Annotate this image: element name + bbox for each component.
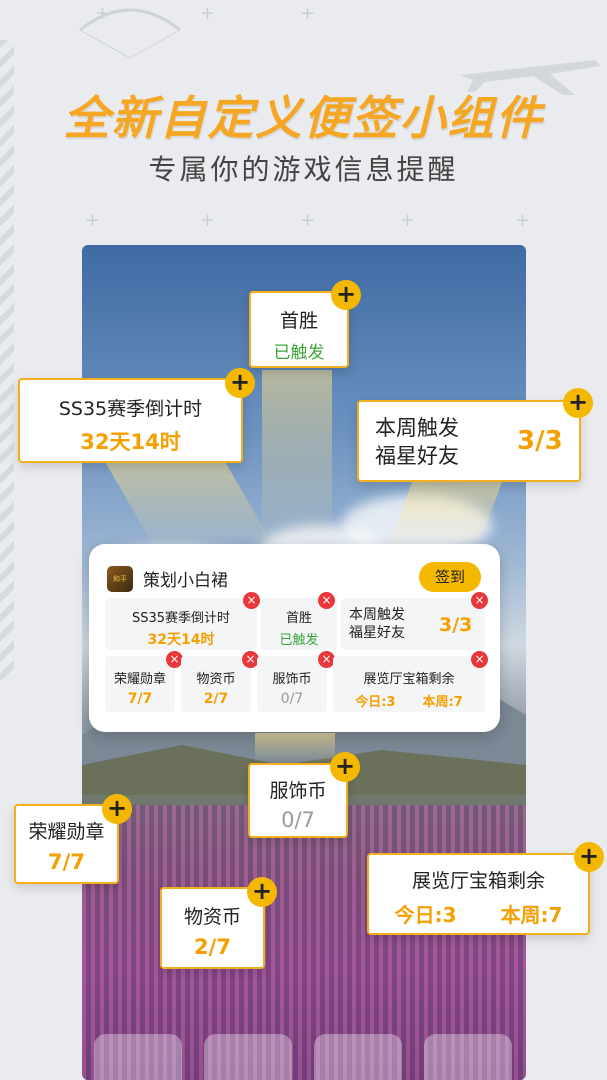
- cell-value: 2/7: [203, 691, 229, 707]
- subheadline: 专属你的游戏信息提醒: [148, 153, 459, 186]
- remove-icon[interactable]: ×: [318, 592, 335, 609]
- cell-honor[interactable]: 荣耀勋章 7/7: [105, 656, 175, 712]
- plus-decoration: +: [85, 210, 101, 231]
- cell-gallery[interactable]: 展览厅宝箱剩余 今日:3 本周:7: [333, 656, 485, 712]
- callout-title: 首胜: [279, 310, 318, 332]
- cell-season[interactable]: SS35赛季倒计时 32天14时: [105, 598, 257, 650]
- plus-decoration: +: [200, 210, 216, 231]
- plus-decoration: +: [300, 3, 316, 24]
- cell-title: 物资币: [196, 672, 236, 687]
- callout-title: 本周触发: [375, 416, 459, 440]
- callout-title: 服饰币: [269, 780, 327, 802]
- callout-value: 7/7: [48, 850, 85, 874]
- cell-costume[interactable]: 服饰币 0/7: [257, 656, 327, 712]
- plus-decoration: +: [515, 210, 531, 231]
- widget-username: 策划小白裙: [143, 571, 228, 591]
- cell-title: 服饰币: [272, 672, 312, 687]
- plus-decoration: +: [300, 210, 316, 231]
- cell-value: 本周:7: [422, 695, 463, 710]
- callout-title: 荣耀勋章: [28, 821, 105, 843]
- callout-title: 物资币: [183, 906, 241, 928]
- callout-value: 3/3: [517, 426, 563, 456]
- cell-value: 今日:3: [355, 695, 396, 710]
- callout-value: 本周:7: [500, 903, 563, 927]
- remove-icon[interactable]: ×: [471, 651, 488, 668]
- cell-supply[interactable]: 物资币 2/7: [181, 656, 251, 712]
- callout-title: SS35赛季倒计时: [58, 398, 203, 420]
- add-icon[interactable]: +: [563, 388, 593, 418]
- add-icon[interactable]: +: [247, 877, 277, 907]
- cell-title: 展览厅宝箱剩余: [363, 672, 455, 687]
- cell-title: 荣耀勋章: [113, 672, 166, 687]
- callout-title: 展览厅宝箱剩余: [411, 870, 545, 892]
- add-icon[interactable]: +: [574, 842, 604, 872]
- add-icon[interactable]: +: [102, 794, 132, 824]
- cell-value: 7/7: [127, 691, 153, 707]
- plus-decoration: +: [400, 210, 416, 231]
- callout-value: 32天14时: [80, 430, 181, 454]
- plus-decoration: +: [200, 3, 216, 24]
- add-icon[interactable]: +: [331, 280, 361, 310]
- dock-app[interactable]: [204, 1034, 292, 1080]
- callout-value: 已触发: [273, 343, 325, 363]
- dock-app[interactable]: [94, 1034, 182, 1080]
- dock-app[interactable]: [314, 1034, 402, 1080]
- callout-gallery: 展览厅宝箱剩余 今日:3 本周:7: [367, 853, 590, 935]
- light-beam: [262, 370, 332, 550]
- light-beam: [255, 733, 335, 763]
- cell-title: SS35赛季倒计时: [131, 611, 231, 626]
- cell-value: 32天14时: [147, 632, 215, 648]
- cell-title: 首胜: [285, 611, 312, 626]
- cell-title: 本周触发: [349, 607, 405, 623]
- remove-icon[interactable]: ×: [471, 592, 488, 609]
- parachute-decoration: [79, 8, 181, 59]
- cell-value: 0/7: [280, 691, 304, 707]
- cell-value: 已触发: [279, 633, 319, 648]
- sign-in-button[interactable]: 签到: [419, 562, 481, 592]
- add-icon[interactable]: +: [225, 368, 255, 398]
- callout-title: 福星好友: [375, 444, 459, 468]
- cell-title: 福星好友: [349, 625, 405, 641]
- cell-value: 3/3: [439, 614, 473, 636]
- remove-icon[interactable]: ×: [243, 592, 260, 609]
- dock-app[interactable]: [424, 1034, 512, 1080]
- app-logo-icon: 和平: [107, 566, 133, 592]
- callout-value: 0/7: [281, 808, 315, 832]
- memo-widget: 和平 策划小白裙 签到 SS35赛季倒计时 32天14时 × 首胜 已触发 × …: [89, 544, 500, 732]
- cell-weekly[interactable]: 本周触发 福星好友 3/3: [341, 598, 485, 650]
- callout-weekly: 本周触发 福星好友 3/3: [357, 400, 581, 482]
- callout-season: SS35赛季倒计时 32天14时: [18, 378, 243, 463]
- callout-value: 2/7: [194, 935, 231, 959]
- add-icon[interactable]: +: [330, 752, 360, 782]
- callout-value: 今日:3: [394, 903, 457, 927]
- headline: 全新自定义便签小组件: [63, 91, 544, 145]
